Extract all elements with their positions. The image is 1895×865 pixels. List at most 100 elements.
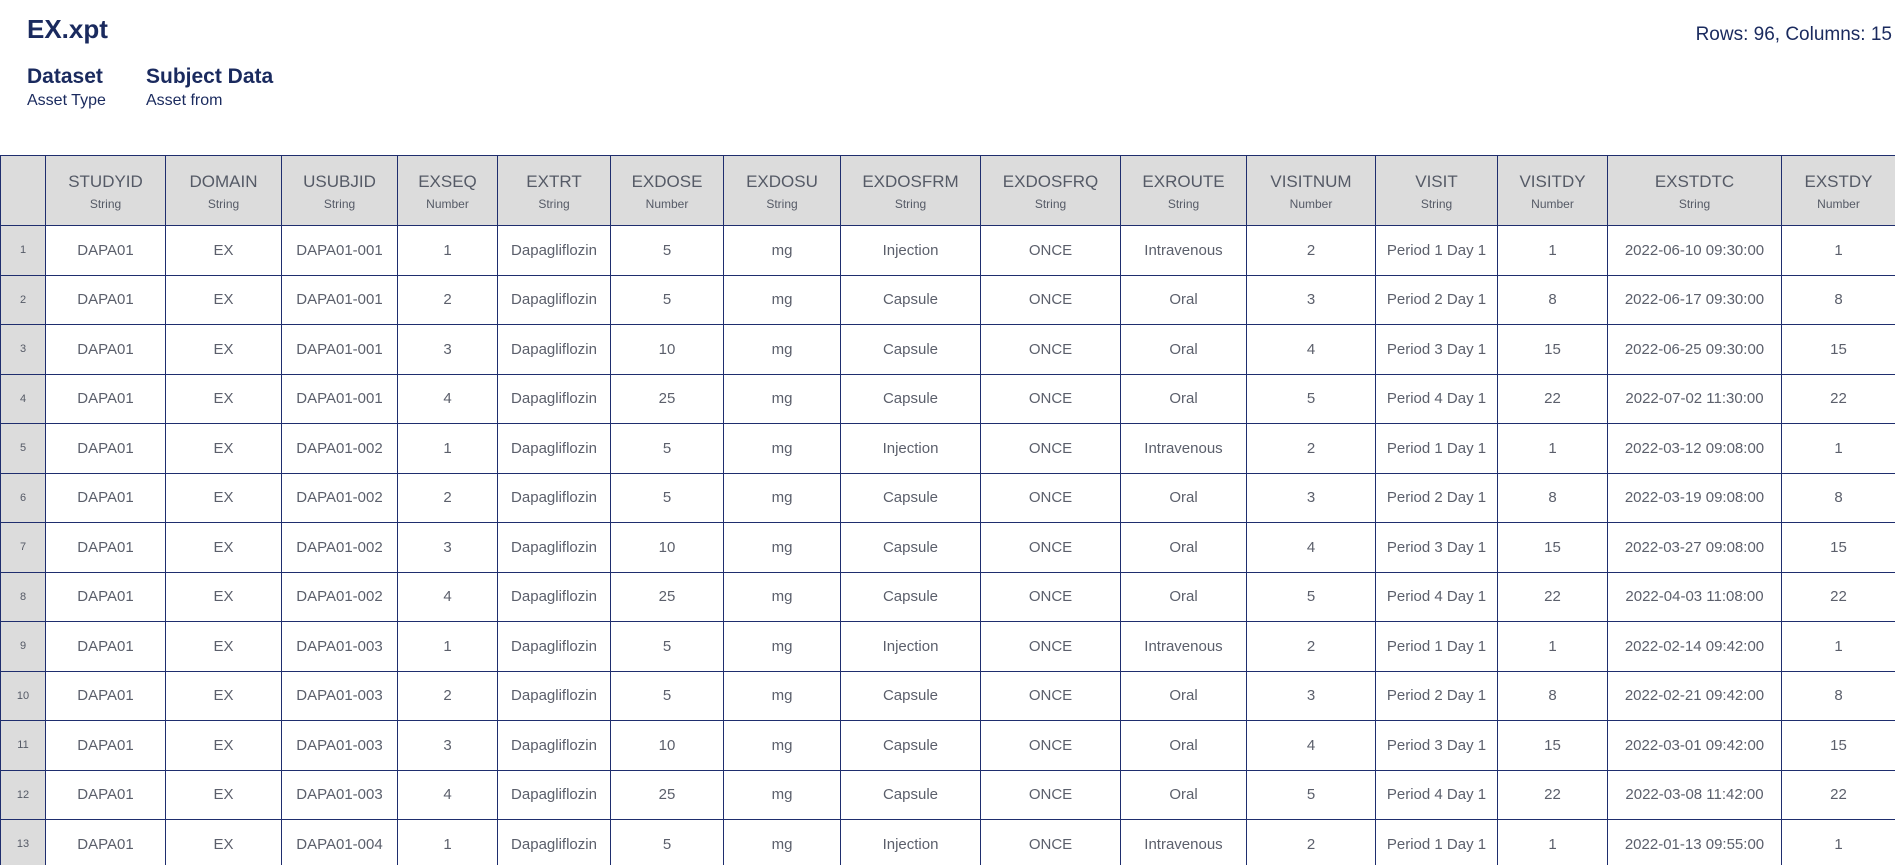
cell-exstdy[interactable]: 1 (1781, 819, 1895, 865)
table-row[interactable]: 9 DAPA01 EX DAPA01-003 1 Dapagliflozin 5 mg Inje… (0, 621, 1895, 672)
column-header-exseq[interactable]: EXSEQ Number (397, 155, 498, 226)
cell-exseq[interactable]: 1 (397, 225, 498, 276)
cell-exdosfrm[interactable]: Injection (840, 225, 981, 276)
cell-domain[interactable]: EX (165, 621, 282, 672)
cell-usubjid[interactable]: DAPA01-003 (281, 720, 398, 771)
cell-exdose[interactable]: 25 (610, 571, 724, 622)
column-header-domain[interactable]: DOMAIN String (165, 155, 282, 226)
cell-domain[interactable]: EX (165, 720, 282, 771)
cell-visitdy[interactable]: 15 (1497, 522, 1608, 573)
cell-extrt[interactable]: Dapagliflozin (497, 819, 611, 865)
data-grid[interactable]: STUDYID String DOMAIN String USUBJID String EX… (0, 155, 1895, 865)
column-header-exdosu[interactable]: EXDOSU String (723, 155, 841, 226)
cell-visitnum[interactable]: 3 (1246, 670, 1376, 721)
cell-visitnum[interactable]: 5 (1246, 373, 1376, 424)
cell-usubjid[interactable]: DAPA01-002 (281, 522, 398, 573)
table-row[interactable]: 12 DAPA01 EX DAPA01-003 4 Dapagliflozin 25 mg Ca… (0, 769, 1895, 820)
cell-exstdtc[interactable]: 2022-06-10 09:30:00 (1607, 225, 1782, 276)
cell-exroute[interactable]: Oral (1120, 472, 1247, 523)
cell-extrt[interactable]: Dapagliflozin (497, 225, 611, 276)
table-row[interactable]: 10 DAPA01 EX DAPA01-003 2 Dapagliflozin 5 mg Cap… (0, 670, 1895, 721)
cell-exstdy[interactable]: 15 (1781, 522, 1895, 573)
cell-studyid[interactable]: DAPA01 (45, 274, 166, 325)
cell-usubjid[interactable]: DAPA01-003 (281, 621, 398, 672)
cell-exdosu[interactable]: mg (723, 423, 841, 474)
cell-usubjid[interactable]: DAPA01-001 (281, 324, 398, 375)
cell-visitnum[interactable]: 2 (1246, 819, 1376, 865)
cell-usubjid[interactable]: DAPA01-001 (281, 274, 398, 325)
cell-visitnum[interactable]: 4 (1246, 720, 1376, 771)
table-row[interactable]: 13 DAPA01 EX DAPA01-004 1 Dapagliflozin 5 mg Inj… (0, 819, 1895, 865)
cell-exroute[interactable]: Oral (1120, 571, 1247, 622)
cell-exdosfrq[interactable]: ONCE (980, 373, 1121, 424)
cell-visit[interactable]: Period 2 Day 1 (1375, 670, 1498, 721)
cell-exdosfrm[interactable]: Injection (840, 819, 981, 865)
table-row[interactable]: 3 DAPA01 EX DAPA01-001 3 Dapagliflozin 10 mg Cap… (0, 324, 1895, 375)
cell-exdosfrm[interactable]: Capsule (840, 769, 981, 820)
cell-exdose[interactable]: 25 (610, 373, 724, 424)
cell-exdosu[interactable]: mg (723, 274, 841, 325)
cell-exdosu[interactable]: mg (723, 472, 841, 523)
cell-exdose[interactable]: 5 (610, 225, 724, 276)
cell-exdosfrm[interactable]: Capsule (840, 274, 981, 325)
cell-exseq[interactable]: 4 (397, 769, 498, 820)
cell-exdosfrm[interactable]: Capsule (840, 472, 981, 523)
column-header-exdose[interactable]: EXDOSE Number (610, 155, 724, 226)
cell-exdosfrq[interactable]: ONCE (980, 522, 1121, 573)
cell-domain[interactable]: EX (165, 225, 282, 276)
cell-exdosfrq[interactable]: ONCE (980, 670, 1121, 721)
cell-exstdtc[interactable]: 2022-07-02 11:30:00 (1607, 373, 1782, 424)
cell-exstdy[interactable]: 1 (1781, 423, 1895, 474)
cell-domain[interactable]: EX (165, 769, 282, 820)
cell-exstdtc[interactable]: 2022-03-27 09:08:00 (1607, 522, 1782, 573)
cell-exseq[interactable]: 4 (397, 373, 498, 424)
cell-studyid[interactable]: DAPA01 (45, 373, 166, 424)
column-header-usubjid[interactable]: USUBJID String (281, 155, 398, 226)
cell-visitdy[interactable]: 22 (1497, 373, 1608, 424)
cell-studyid[interactable]: DAPA01 (45, 472, 166, 523)
cell-studyid[interactable]: DAPA01 (45, 522, 166, 573)
cell-exstdy[interactable]: 8 (1781, 670, 1895, 721)
cell-usubjid[interactable]: DAPA01-001 (281, 225, 398, 276)
cell-visitdy[interactable]: 22 (1497, 571, 1608, 622)
cell-exstdtc[interactable]: 2022-03-01 09:42:00 (1607, 720, 1782, 771)
cell-exseq[interactable]: 3 (397, 720, 498, 771)
cell-visit[interactable]: Period 2 Day 1 (1375, 274, 1498, 325)
cell-domain[interactable]: EX (165, 472, 282, 523)
cell-extrt[interactable]: Dapagliflozin (497, 571, 611, 622)
cell-exstdtc[interactable]: 2022-02-14 09:42:00 (1607, 621, 1782, 672)
cell-visit[interactable]: Period 4 Day 1 (1375, 769, 1498, 820)
cell-extrt[interactable]: Dapagliflozin (497, 423, 611, 474)
cell-exstdy[interactable]: 8 (1781, 472, 1895, 523)
cell-exstdy[interactable]: 15 (1781, 720, 1895, 771)
cell-exdose[interactable]: 5 (610, 621, 724, 672)
cell-exdosfrm[interactable]: Capsule (840, 373, 981, 424)
cell-exdosfrq[interactable]: ONCE (980, 472, 1121, 523)
cell-visit[interactable]: Period 4 Day 1 (1375, 373, 1498, 424)
cell-exdosu[interactable]: mg (723, 819, 841, 865)
cell-exdose[interactable]: 10 (610, 720, 724, 771)
cell-visitdy[interactable]: 1 (1497, 621, 1608, 672)
cell-extrt[interactable]: Dapagliflozin (497, 472, 611, 523)
cell-exstdy[interactable]: 22 (1781, 769, 1895, 820)
cell-exroute[interactable]: Oral (1120, 324, 1247, 375)
cell-visit[interactable]: Period 1 Day 1 (1375, 621, 1498, 672)
cell-exstdtc[interactable]: 2022-04-03 11:08:00 (1607, 571, 1782, 622)
cell-visitnum[interactable]: 5 (1246, 571, 1376, 622)
cell-visitdy[interactable]: 15 (1497, 324, 1608, 375)
table-row[interactable]: 4 DAPA01 EX DAPA01-001 4 Dapagliflozin 25 mg Cap… (0, 373, 1895, 424)
cell-exdosu[interactable]: mg (723, 720, 841, 771)
column-header-exstdtc[interactable]: EXSTDTC String (1607, 155, 1782, 226)
cell-exdosu[interactable]: mg (723, 571, 841, 622)
cell-visitdy[interactable]: 22 (1497, 769, 1608, 820)
cell-exdosfrm[interactable]: Injection (840, 423, 981, 474)
cell-exdosfrq[interactable]: ONCE (980, 720, 1121, 771)
cell-visitdy[interactable]: 8 (1497, 670, 1608, 721)
cell-extrt[interactable]: Dapagliflozin (497, 621, 611, 672)
cell-extrt[interactable]: Dapagliflozin (497, 670, 611, 721)
cell-exseq[interactable]: 1 (397, 621, 498, 672)
cell-exroute[interactable]: Intravenous (1120, 225, 1247, 276)
cell-usubjid[interactable]: DAPA01-002 (281, 472, 398, 523)
cell-exdosfrm[interactable]: Capsule (840, 522, 981, 573)
cell-exdosu[interactable]: mg (723, 670, 841, 721)
